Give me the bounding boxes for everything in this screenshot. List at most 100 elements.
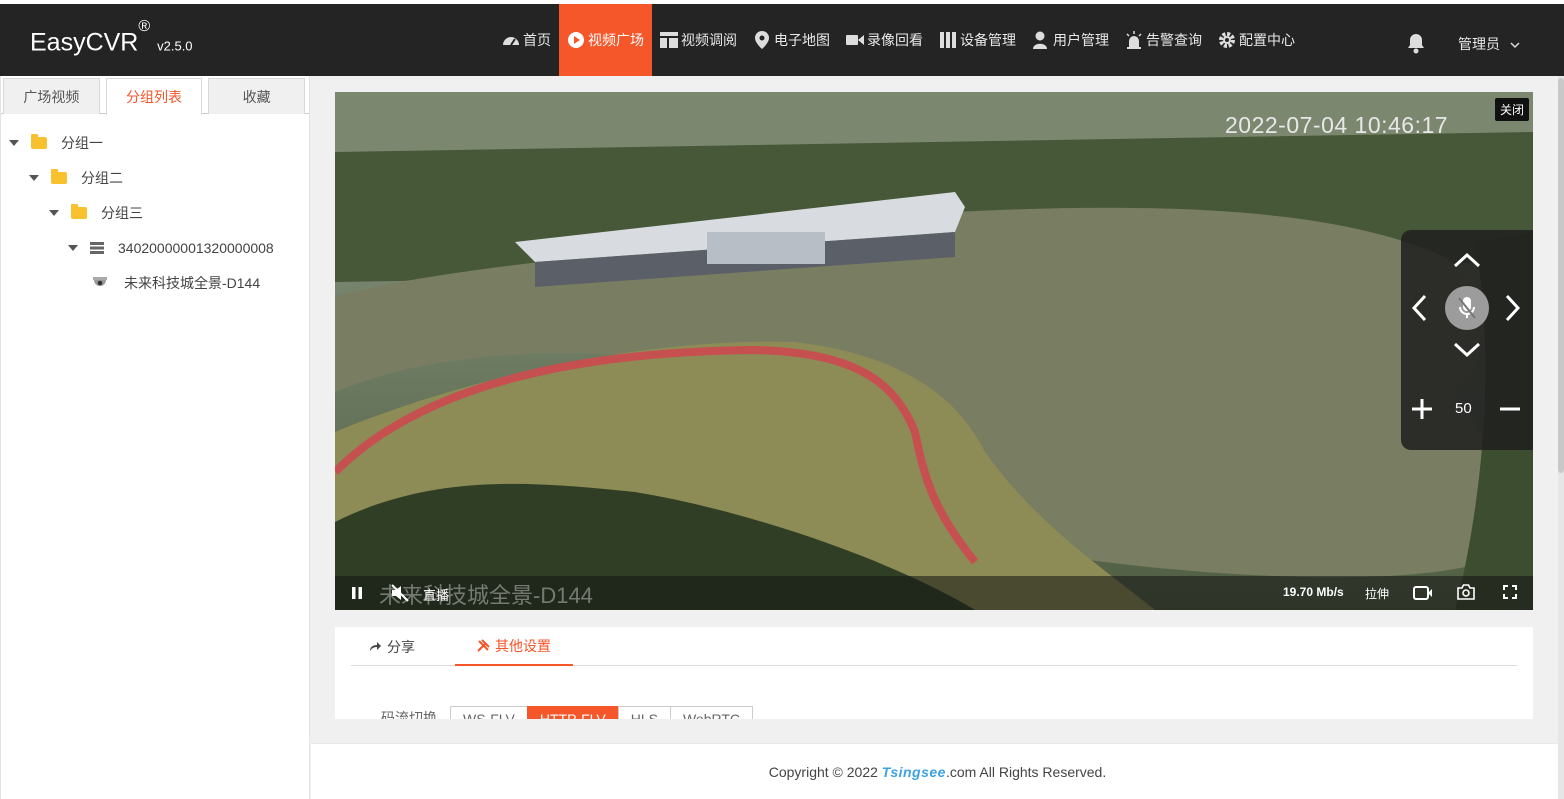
user-name: 管理员 (1458, 36, 1500, 52)
nav-label: 视频广场 (588, 32, 644, 48)
main-content: 2022-07-04 10:46:17 关闭 50 未来科技城全景-D144 直… (311, 76, 1564, 799)
video-watermark: 未来科技城全景-D144 (379, 583, 593, 608)
nav-item-video-square[interactable]: 视频广场 (559, 4, 652, 76)
stream-option-webrtc[interactable]: WebRTC (669, 706, 754, 719)
app-logo[interactable]: EasyCVR® v2.5.0 (30, 18, 193, 57)
tab-square-video[interactable]: 广场视频 (3, 78, 100, 114)
nav-label: 配置中心 (1239, 32, 1295, 48)
settings-panel: 分享 其他设置 码流切换 WS-FLV HTTP-FLV HLS WebRTC (335, 627, 1533, 719)
tree-node-group-2[interactable]: 分组二 (29, 168, 123, 188)
stretch-button[interactable]: 拉伸 (1365, 585, 1389, 602)
zoom-out-button[interactable] (1499, 398, 1521, 425)
nav-label: 首页 (523, 32, 551, 48)
nav-item-home[interactable]: 首页 (494, 4, 559, 76)
tree-node-camera[interactable]: 未来科技城全景-D144 (92, 273, 260, 293)
map-pin-icon (753, 31, 771, 49)
dashboard-icon (502, 31, 520, 49)
microphone-icon (1458, 297, 1476, 319)
panel-tabs: 分享 其他设置 (351, 627, 1517, 666)
zoom-in-button[interactable] (1411, 398, 1433, 425)
caret-down-icon[interactable] (49, 210, 59, 216)
nav-label: 告警查询 (1146, 32, 1202, 48)
copyright-prefix: Copyright © 2022 (768, 763, 882, 780)
nav-item-device-management[interactable]: 设备管理 (931, 4, 1024, 76)
tab-other-settings[interactable]: 其他设置 (455, 627, 573, 666)
nav-label: 用户管理 (1053, 32, 1109, 48)
bitrate-label: 19.70 Mb/s (1283, 585, 1344, 599)
caret-down-icon[interactable] (29, 175, 39, 181)
tree-node-label: 分组三 (101, 205, 143, 221)
ptz-right-button[interactable] (1505, 294, 1521, 327)
sidebar: 广场视频 分组列表 收藏 分组一 分组二 分组三 340200000013200… (0, 76, 310, 799)
video-camera-icon (846, 31, 864, 49)
tree-node-device[interactable]: 34020000001320000008 (68, 238, 274, 258)
nav-label: 视频调阅 (681, 32, 737, 48)
stream-option-ws-flv[interactable]: WS-FLV (450, 706, 528, 719)
tree-node-label: 34020000001320000008 (118, 240, 274, 256)
tree-node-label: 分组一 (61, 135, 103, 151)
server-icon (939, 31, 957, 49)
sidebar-tabs: 广场视频 分组列表 收藏 (1, 76, 309, 115)
nav-item-config-center[interactable]: 配置中心 (1210, 4, 1303, 76)
tools-icon (477, 639, 490, 652)
record-button[interactable] (1413, 585, 1433, 604)
bell-icon[interactable] (1404, 30, 1428, 59)
main-nav: 首页 视频广场 视频调阅 电子地图 录像回看 设备管理 用户管理 告警查询 配置… (494, 4, 1303, 76)
user-icon (1032, 31, 1050, 49)
nav-item-alarm-query[interactable]: 告警查询 (1117, 4, 1210, 76)
nav-item-e-map[interactable]: 电子地图 (745, 4, 838, 76)
tab-favorites[interactable]: 收藏 (208, 78, 306, 114)
folder-icon (51, 169, 67, 184)
nav-item-user-management[interactable]: 用户管理 (1024, 4, 1117, 76)
tab-group-list[interactable]: 分组列表 (105, 78, 203, 115)
caret-down-icon[interactable] (9, 140, 19, 146)
logo-registered-mark: ® (138, 18, 151, 35)
scrollbar-thumb[interactable] (1558, 78, 1564, 473)
stream-option-http-flv[interactable]: HTTP-FLV (526, 706, 619, 719)
stream-switch-label: 码流切换 (381, 710, 437, 719)
stream-option-hls[interactable]: HLS (617, 706, 671, 719)
tree-node-group-1[interactable]: 分组一 (9, 133, 103, 153)
nav-label: 电子地图 (774, 32, 830, 48)
live-label: 直播 (423, 588, 450, 603)
user-menu[interactable]: 管理员 (1458, 34, 1520, 54)
camera-snapshot-icon (1457, 584, 1475, 600)
camera-icon (92, 277, 108, 289)
nav-item-playback[interactable]: 录像回看 (838, 4, 931, 76)
ptz-control-panel: 50 (1401, 230, 1533, 450)
ptz-left-button[interactable] (1411, 294, 1427, 327)
tree-node-group-3[interactable]: 分组三 (49, 203, 143, 223)
tree-node-label: 分组二 (81, 170, 123, 186)
folder-icon (71, 204, 87, 219)
pause-button[interactable] (351, 586, 363, 603)
caret-down-icon[interactable] (68, 245, 78, 251)
device-icon (90, 242, 104, 254)
stream-switch-row: 码流切换 WS-FLV HTTP-FLV HLS WebRTC (381, 706, 754, 719)
gear-icon (1218, 31, 1236, 49)
copyright-suffix: .com All Rights Reserved. (945, 763, 1107, 780)
record-icon (1413, 586, 1432, 600)
tab-share[interactable]: 分享 (369, 627, 429, 666)
ptz-down-button[interactable] (1453, 342, 1481, 363)
logo-text: EasyCVR (30, 28, 139, 57)
main-scrollbar[interactable] (1558, 76, 1564, 799)
video-player[interactable]: 2022-07-04 10:46:17 关闭 50 未来科技城全景-D144 直… (335, 92, 1533, 610)
player-control-bar: 未来科技城全景-D144 直播 19.70 Mb/s 拉伸 (335, 576, 1533, 610)
ptz-up-button[interactable] (1453, 252, 1481, 273)
share-icon (369, 641, 381, 652)
tree-node-label: 未来科技城全景-D144 (124, 275, 261, 291)
video-timestamp: 2022-07-04 10:46:17 (1225, 112, 1449, 138)
footer: Copyright © 2022 Tsingsee .com All Right… (311, 743, 1564, 799)
mute-button[interactable] (391, 584, 409, 605)
tab-label: 其他设置 (495, 637, 551, 654)
video-frame (335, 92, 1533, 610)
tab-label: 分享 (387, 638, 415, 655)
close-video-button[interactable]: 关闭 (1494, 98, 1529, 121)
microphone-button[interactable] (1445, 286, 1489, 330)
nav-item-video-review[interactable]: 视频调阅 (652, 4, 745, 76)
brand-logo[interactable]: Tsingsee (882, 764, 946, 780)
fullscreen-button[interactable] (1503, 585, 1517, 602)
nav-label: 设备管理 (960, 32, 1016, 48)
snapshot-button[interactable] (1457, 584, 1475, 603)
play-circle-icon (567, 31, 585, 49)
